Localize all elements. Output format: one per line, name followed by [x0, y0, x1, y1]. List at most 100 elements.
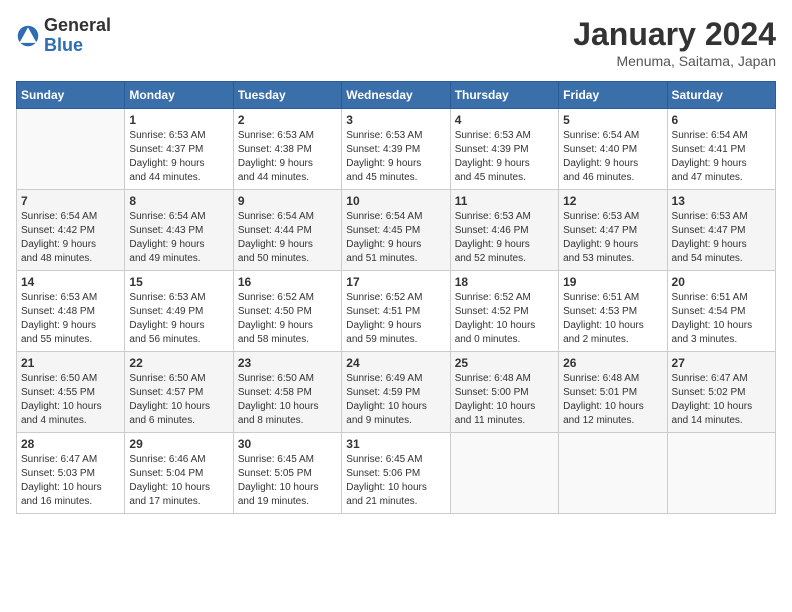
calendar-cell: 17Sunrise: 6:52 AM Sunset: 4:51 PM Dayli… [342, 271, 450, 352]
day-number: 1 [129, 113, 228, 127]
location-subtitle: Menuma, Saitama, Japan [573, 53, 776, 69]
day-number: 5 [563, 113, 662, 127]
day-number: 27 [672, 356, 771, 370]
day-number: 11 [455, 194, 554, 208]
day-info: Sunrise: 6:51 AM Sunset: 4:53 PM Dayligh… [563, 291, 662, 347]
day-info: Sunrise: 6:48 AM Sunset: 5:01 PM Dayligh… [563, 372, 662, 428]
logo-text: General Blue [44, 16, 111, 56]
calendar-table: SundayMondayTuesdayWednesdayThursdayFrid… [16, 81, 776, 514]
day-number: 2 [238, 113, 337, 127]
calendar-cell: 14Sunrise: 6:53 AM Sunset: 4:48 PM Dayli… [17, 271, 125, 352]
day-info: Sunrise: 6:46 AM Sunset: 5:04 PM Dayligh… [129, 453, 228, 509]
calendar-cell: 1 Sunrise: 6:53 AM Sunset: 4:37 PM Daylig… [125, 109, 233, 190]
day-info: Sunrise: 6:53 AM Sunset: 4:38 PM Dayligh… [238, 129, 337, 185]
day-info: Sunrise: 6:50 AM Sunset: 4:57 PM Dayligh… [129, 372, 228, 428]
calendar-cell: 15 Sunrise: 6:53 AM Sunset: 4:49 PM Dayli… [125, 271, 233, 352]
day-info: Sunrise: 6:53 AM Sunset: 4:39 PM Dayligh… [346, 129, 445, 185]
calendar-cell: 8 Sunrise: 6:54 AM Sunset: 4:43 PM Daylig… [125, 190, 233, 271]
day-info: Sunrise: 6:54 AM Sunset: 4:45 PM Dayligh… [346, 210, 445, 266]
day-info: Sunrise: 6:45 AM Sunset: 5:05 PM Dayligh… [238, 453, 337, 509]
day-info: Sunrise: 6:47 AM Sunset: 5:03 PM Dayligh… [21, 453, 120, 509]
calendar-header-row: SundayMondayTuesdayWednesdayThursdayFrid… [17, 82, 776, 109]
day-number: 13 [672, 194, 771, 208]
col-header-thursday: Thursday [450, 82, 558, 109]
calendar-cell: 27Sunrise: 6:47 AM Sunset: 5:02 PM Dayli… [667, 352, 775, 433]
day-info: Sunrise: 6:50 AM Sunset: 4:58 PM Dayligh… [238, 372, 337, 428]
day-number: 29 [129, 437, 228, 451]
calendar-cell: 22Sunrise: 6:50 AM Sunset: 4:57 PM Dayli… [125, 352, 233, 433]
calendar-cell: 31Sunrise: 6:45 AM Sunset: 5:06 PM Dayli… [342, 433, 450, 514]
calendar-cell: 28Sunrise: 6:47 AM Sunset: 5:03 PM Dayli… [17, 433, 125, 514]
day-info: Sunrise: 6:54 AM Sunset: 4:42 PM Dayligh… [21, 210, 120, 266]
calendar-cell: 10 Sunrise: 6:54 AM Sunset: 4:45 PM Dayli… [342, 190, 450, 271]
col-header-tuesday: Tuesday [233, 82, 341, 109]
day-info: Sunrise: 6:52 AM Sunset: 4:51 PM Dayligh… [346, 291, 445, 347]
day-number: 14 [21, 275, 120, 289]
day-number: 12 [563, 194, 662, 208]
calendar-cell: 26 Sunrise: 6:48 AM Sunset: 5:01 PM Dayli… [559, 352, 667, 433]
day-info: Sunrise: 6:50 AM Sunset: 4:55 PM Dayligh… [21, 372, 120, 428]
day-number: 16 [238, 275, 337, 289]
day-info: Sunrise: 6:54 AM Sunset: 4:44 PM Dayligh… [238, 210, 337, 266]
day-number: 23 [238, 356, 337, 370]
day-info: Sunrise: 6:45 AM Sunset: 5:06 PM Dayligh… [346, 453, 445, 509]
col-header-friday: Friday [559, 82, 667, 109]
month-title: January 2024 [573, 16, 776, 53]
day-info: Sunrise: 6:53 AM Sunset: 4:47 PM Dayligh… [563, 210, 662, 266]
logo-icon [16, 24, 40, 48]
calendar-cell: 25 Sunrise: 6:48 AM Sunset: 5:00 PM Dayli… [450, 352, 558, 433]
day-number: 25 [455, 356, 554, 370]
day-number: 4 [455, 113, 554, 127]
logo-general: General [44, 15, 111, 35]
day-number: 18 [455, 275, 554, 289]
calendar-cell: 4 Sunrise: 6:53 AM Sunset: 4:39 PM Daylig… [450, 109, 558, 190]
day-info: Sunrise: 6:53 AM Sunset: 4:39 PM Dayligh… [455, 129, 554, 185]
day-info: Sunrise: 6:53 AM Sunset: 4:49 PM Dayligh… [129, 291, 228, 347]
day-info: Sunrise: 6:53 AM Sunset: 4:47 PM Dayligh… [672, 210, 771, 266]
day-number: 15 [129, 275, 228, 289]
day-number: 20 [672, 275, 771, 289]
calendar-week-row: 28Sunrise: 6:47 AM Sunset: 5:03 PM Dayli… [17, 433, 776, 514]
calendar-cell: 11 Sunrise: 6:53 AM Sunset: 4:46 PM Dayli… [450, 190, 558, 271]
calendar-cell: 24Sunrise: 6:49 AM Sunset: 4:59 PM Dayli… [342, 352, 450, 433]
col-header-sunday: Sunday [17, 82, 125, 109]
day-number: 6 [672, 113, 771, 127]
calendar-cell: 20 Sunrise: 6:51 AM Sunset: 4:54 PM Dayli… [667, 271, 775, 352]
calendar-cell: 18Sunrise: 6:52 AM Sunset: 4:52 PM Dayli… [450, 271, 558, 352]
logo-blue: Blue [44, 35, 83, 55]
day-number: 10 [346, 194, 445, 208]
calendar-cell: 30 Sunrise: 6:45 AM Sunset: 5:05 PM Dayli… [233, 433, 341, 514]
calendar-cell [17, 109, 125, 190]
day-info: Sunrise: 6:54 AM Sunset: 4:41 PM Dayligh… [672, 129, 771, 185]
logo: General Blue [16, 16, 111, 56]
col-header-wednesday: Wednesday [342, 82, 450, 109]
day-number: 26 [563, 356, 662, 370]
day-info: Sunrise: 6:48 AM Sunset: 5:00 PM Dayligh… [455, 372, 554, 428]
day-number: 7 [21, 194, 120, 208]
calendar-cell: 13 Sunrise: 6:53 AM Sunset: 4:47 PM Dayli… [667, 190, 775, 271]
calendar-week-row: 14Sunrise: 6:53 AM Sunset: 4:48 PM Dayli… [17, 271, 776, 352]
calendar-cell: 5 Sunrise: 6:54 AM Sunset: 4:40 PM Daylig… [559, 109, 667, 190]
calendar-cell [667, 433, 775, 514]
calendar-cell: 9 Sunrise: 6:54 AM Sunset: 4:44 PM Daylig… [233, 190, 341, 271]
day-info: Sunrise: 6:54 AM Sunset: 4:40 PM Dayligh… [563, 129, 662, 185]
calendar-cell: 6 Sunrise: 6:54 AM Sunset: 4:41 PM Daylig… [667, 109, 775, 190]
calendar-cell: 12 Sunrise: 6:53 AM Sunset: 4:47 PM Dayli… [559, 190, 667, 271]
calendar-cell: 19 Sunrise: 6:51 AM Sunset: 4:53 PM Dayli… [559, 271, 667, 352]
day-number: 3 [346, 113, 445, 127]
calendar-cell: 7 Sunrise: 6:54 AM Sunset: 4:42 PM Daylig… [17, 190, 125, 271]
calendar-cell: 3 Sunrise: 6:53 AM Sunset: 4:39 PM Daylig… [342, 109, 450, 190]
day-number: 30 [238, 437, 337, 451]
col-header-saturday: Saturday [667, 82, 775, 109]
calendar-cell: 2 Sunrise: 6:53 AM Sunset: 4:38 PM Daylig… [233, 109, 341, 190]
day-info: Sunrise: 6:53 AM Sunset: 4:46 PM Dayligh… [455, 210, 554, 266]
calendar-cell: 29 Sunrise: 6:46 AM Sunset: 5:04 PM Dayli… [125, 433, 233, 514]
day-number: 8 [129, 194, 228, 208]
day-number: 19 [563, 275, 662, 289]
day-info: Sunrise: 6:51 AM Sunset: 4:54 PM Dayligh… [672, 291, 771, 347]
day-number: 9 [238, 194, 337, 208]
day-info: Sunrise: 6:52 AM Sunset: 4:50 PM Dayligh… [238, 291, 337, 347]
day-info: Sunrise: 6:53 AM Sunset: 4:37 PM Dayligh… [129, 129, 228, 185]
day-info: Sunrise: 6:54 AM Sunset: 4:43 PM Dayligh… [129, 210, 228, 266]
day-number: 24 [346, 356, 445, 370]
